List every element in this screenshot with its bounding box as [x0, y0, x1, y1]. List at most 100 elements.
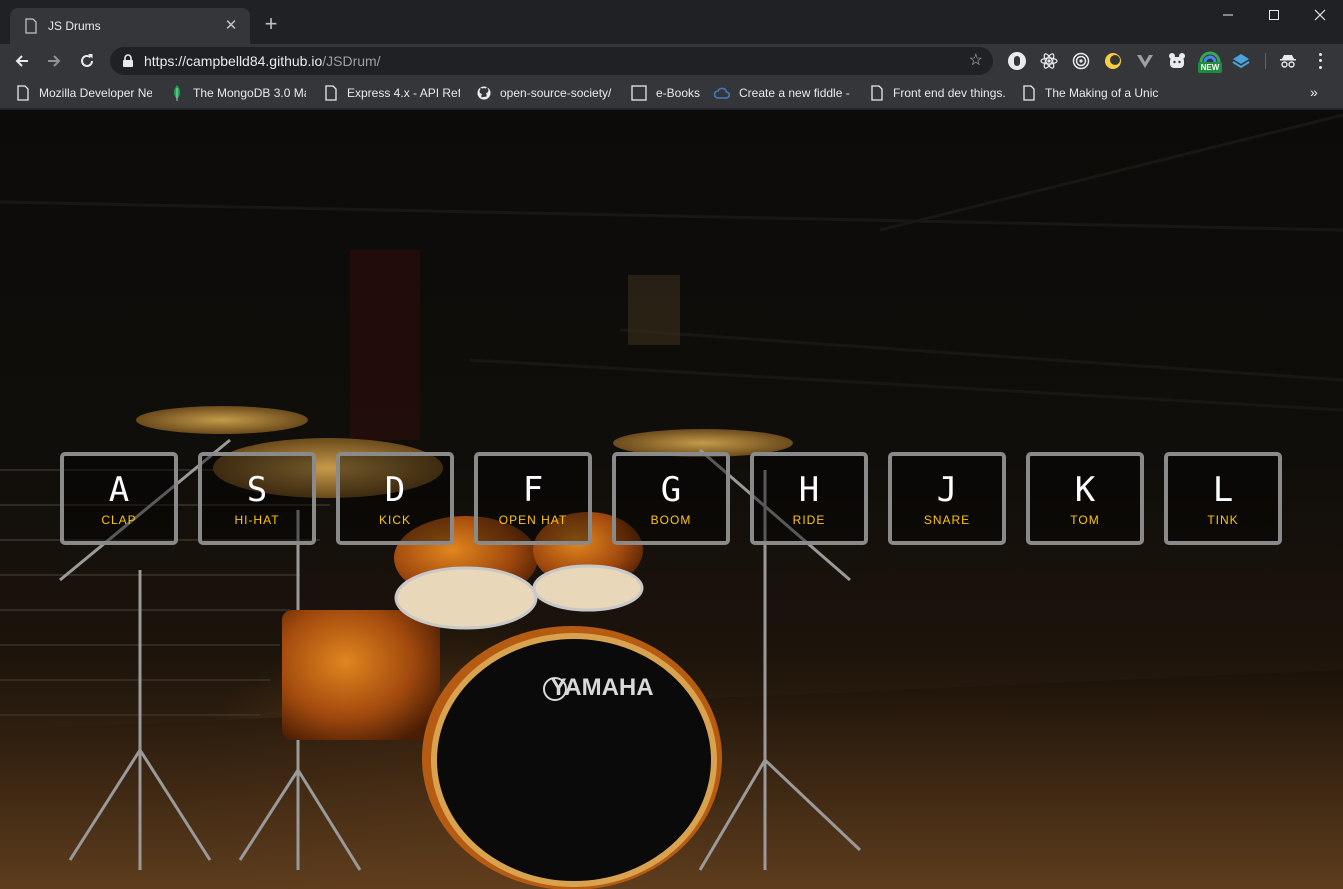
bookmark-label: e-Books — [656, 86, 701, 100]
bookmark-label: The Making of a Unic — [1045, 86, 1158, 100]
browser-menu-icon[interactable] — [1312, 51, 1328, 71]
lock-icon — [123, 54, 133, 67]
sound-label: CLAP — [101, 512, 137, 527]
arrow-left-icon — [15, 55, 28, 67]
moon-icon — [1105, 53, 1121, 69]
reload-icon — [81, 54, 93, 67]
more-bookmarks-icon[interactable]: » — [1310, 84, 1318, 100]
bookmark-item[interactable]: The Making of a Unic — [1022, 84, 1158, 102]
url-path: /JSDrum/ — [322, 53, 381, 69]
incognito-profile-icon[interactable] — [1279, 52, 1297, 70]
key-letter: H — [798, 469, 820, 510]
bookmark-item[interactable]: Express 4.x - API Refe — [324, 84, 460, 102]
new-tab-button[interactable]: + — [259, 12, 283, 36]
bookmark-item[interactable]: The MongoDB 3.0 Ma — [170, 84, 306, 102]
drum-key-snare[interactable]: J SNARE — [888, 452, 1006, 545]
key-letter: K — [1074, 469, 1096, 510]
url-text: https://campbelld84.github.io/JSDrum/ — [144, 53, 381, 69]
bookmark-label: Express 4.x - API Refe — [347, 86, 460, 100]
drum-key-tink[interactable]: L TINK — [1164, 452, 1282, 545]
forward-button[interactable] — [42, 49, 66, 73]
mongodb-leaf-icon — [174, 85, 180, 101]
vue-devtools-icon[interactable] — [1136, 52, 1154, 70]
browser-toolbar: https://campbelld84.github.io/JSDrum/ ☆ … — [0, 44, 1343, 78]
bookmark-item[interactable]: Mozilla Developer Ne — [16, 84, 152, 102]
maximize-button[interactable] — [1251, 0, 1297, 30]
react-devtools-icon[interactable] — [1040, 52, 1058, 70]
close-window-button[interactable] — [1297, 0, 1343, 30]
key-letter: D — [384, 469, 406, 510]
key-letter: G — [660, 469, 682, 510]
extension-o-icon[interactable] — [1008, 52, 1026, 70]
minimize-icon — [1223, 14, 1233, 16]
sound-label: TOM — [1070, 512, 1100, 527]
bookmark-item[interactable]: Create a new fiddle - — [714, 84, 850, 102]
vue-icon — [1137, 55, 1153, 68]
close-tab-icon[interactable]: ✕ — [222, 17, 240, 35]
arrow-right-icon — [48, 55, 61, 67]
extension-o-inner — [1014, 56, 1020, 66]
bear-icon — [1169, 53, 1185, 68]
atom-icon — [1040, 53, 1058, 69]
document-icon — [25, 18, 37, 34]
tab-title: JS Drums — [48, 19, 101, 33]
bookmark-label: The MongoDB 3.0 Ma — [193, 86, 306, 100]
toolbar-divider — [1265, 53, 1266, 69]
maximize-icon — [1269, 10, 1279, 20]
layers-icon — [1232, 54, 1250, 69]
key-letter: L — [1212, 469, 1234, 510]
browser-tab[interactable]: JS Drums ✕ — [10, 8, 250, 44]
key-letter: F — [522, 469, 544, 510]
layers-extension-icon[interactable] — [1232, 52, 1250, 70]
key-letter: A — [108, 469, 130, 510]
bookmark-label: open-source-society/ — [500, 86, 612, 100]
drum-key-boom[interactable]: G BOOM — [612, 452, 730, 545]
sound-label: TINK — [1207, 512, 1239, 527]
drum-key-open-hat[interactable]: F OPEN HAT — [474, 452, 592, 545]
rainbow-icon — [1199, 51, 1221, 62]
github-icon — [477, 86, 491, 100]
address-bar[interactable]: https://campbelld84.github.io/JSDrum/ ☆ — [110, 47, 993, 75]
bookmark-folder[interactable]: e-Books — [631, 84, 701, 102]
animal-extension-icon[interactable] — [1168, 52, 1186, 70]
jsfiddle-cloud-icon — [714, 87, 730, 99]
bookmark-label: Mozilla Developer Ne — [39, 86, 152, 100]
document-icon — [17, 85, 29, 101]
drum-key-tom[interactable]: K TOM — [1026, 452, 1144, 545]
sound-label: HI-HAT — [234, 512, 280, 527]
minimize-button[interactable] — [1205, 0, 1251, 30]
bookmark-item[interactable]: open-source-society/ — [477, 84, 613, 102]
bookmark-star-icon[interactable]: ☆ — [969, 52, 983, 70]
document-icon — [325, 85, 337, 101]
drum-key-hi-hat[interactable]: S HI-HAT — [198, 452, 316, 545]
sound-label: SNARE — [923, 512, 971, 527]
drum-key-clap[interactable]: A CLAP — [60, 452, 178, 545]
bookmark-label: Create a new fiddle - — [739, 86, 850, 100]
new-extension-icon[interactable]: NEW — [1198, 50, 1222, 74]
document-icon — [871, 85, 883, 101]
spy-icon — [1280, 55, 1296, 68]
sound-label: RIDE — [792, 512, 826, 527]
tab-strip: JS Drums ✕ + — [0, 0, 1343, 44]
key-letter: S — [246, 469, 268, 510]
moon-extension-icon[interactable] — [1104, 52, 1122, 70]
close-icon — [1314, 9, 1326, 21]
drum-key-ride[interactable]: H RIDE — [750, 452, 868, 545]
document-icon — [1023, 85, 1035, 101]
sound-label: BOOM — [650, 512, 692, 527]
reload-button[interactable] — [75, 49, 99, 73]
drum-key-kick[interactable]: D KICK — [336, 452, 454, 545]
back-button[interactable] — [10, 49, 34, 73]
key-letter: J — [936, 469, 958, 510]
bookmarks-bar: Mozilla Developer Ne The MongoDB 3.0 Ma … — [0, 78, 1343, 109]
sound-label: KICK — [378, 512, 411, 527]
drum-kit-page: YAMAHA A CLAP S HI-HAT D KICK F OPEN HAT G BOOM H R… — [0, 110, 1343, 889]
target-extension-icon[interactable] — [1072, 52, 1090, 70]
new-badge: NEW — [1198, 62, 1222, 73]
sound-label: OPEN HAT — [498, 512, 568, 527]
drum-keys: A CLAP S HI-HAT D KICK F OPEN HAT G BOOM H RIDE J SNA… — [60, 452, 1282, 545]
url-host: https://campbelld84.github.io — [144, 53, 323, 69]
target-icon — [1072, 52, 1090, 70]
bookmark-item[interactable]: Front end dev things. — [870, 84, 1010, 102]
folder-outline-icon — [631, 85, 647, 101]
